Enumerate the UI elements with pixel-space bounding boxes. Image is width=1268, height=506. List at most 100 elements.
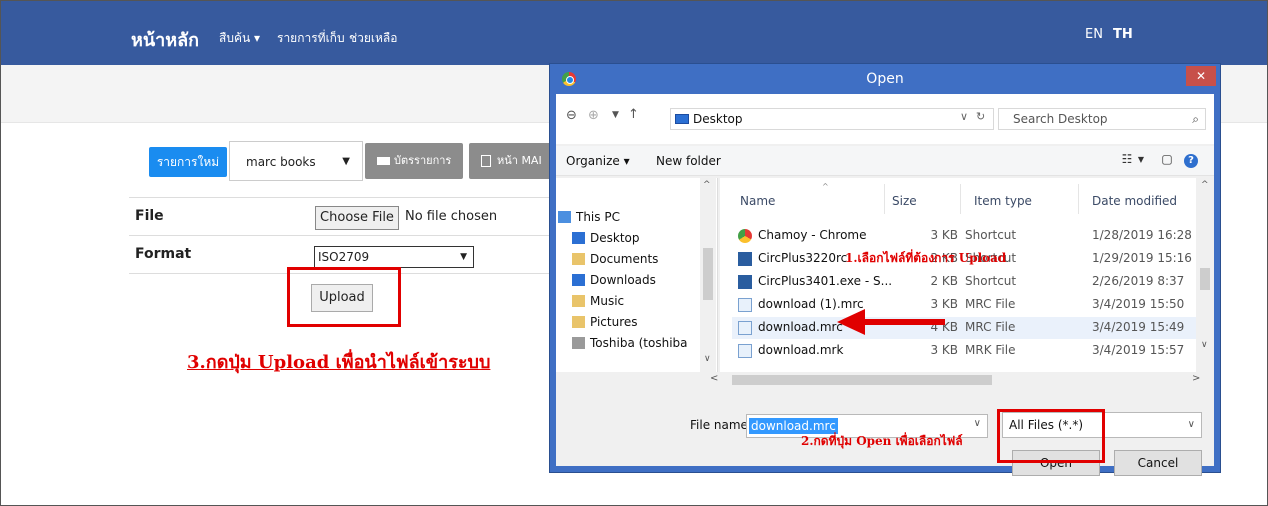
step2-annotation: 2.กดที่ปุ่ม Open เพื่อเลือกไฟล์: [801, 434, 963, 448]
file-icon: [738, 344, 752, 358]
scroll-right-icon[interactable]: >: [1192, 373, 1200, 384]
horizontal-scroll-thumb[interactable]: [732, 375, 992, 385]
file-list-scrollbar[interactable]: ^ ∨: [1196, 178, 1214, 372]
home-link[interactable]: หน้าหลัก: [131, 25, 199, 54]
downloads-folder-icon: [572, 274, 585, 286]
lang-en[interactable]: EN: [1085, 27, 1103, 42]
address-text: Desktop: [693, 112, 743, 126]
catalog-card-button[interactable]: บัตรรายการ: [365, 143, 463, 179]
desktop-folder-icon: [572, 232, 585, 244]
cancel-button[interactable]: Cancel: [1114, 450, 1202, 476]
file-size: 2 KB: [930, 274, 958, 288]
file-size: 3 KB: [930, 228, 958, 242]
column-name[interactable]: Name: [740, 194, 775, 208]
nav-downloads[interactable]: Downloads: [572, 271, 656, 289]
nav-label: Toshiba (toshiba: [590, 336, 688, 350]
file-scroll-thumb[interactable]: [1200, 268, 1210, 290]
new-folder-button[interactable]: New folder: [656, 154, 721, 168]
address-bar[interactable]: Desktop: [670, 108, 994, 130]
file-row-download-mrc[interactable]: download.mrc 4 KB MRC File 3/4/2019 15:4…: [732, 317, 1198, 339]
file-name: CircPlus3401.exe - S...: [758, 274, 893, 288]
marc-page-button[interactable]: หน้า MAI: [469, 143, 551, 179]
highlight-upload-box: [287, 267, 401, 327]
computer-icon: [558, 211, 571, 223]
chevron-down-icon[interactable]: ∨: [1201, 340, 1208, 350]
file-icon: [738, 321, 752, 335]
file-name: Chamoy - Chrome: [758, 228, 867, 242]
nav-scrollbar[interactable]: ^ ∨: [700, 178, 716, 372]
marc-template-select[interactable]: marc books ▼: [229, 141, 363, 181]
chevron-down-icon[interactable]: ∨: [974, 418, 981, 429]
column-size[interactable]: Size: [892, 194, 917, 208]
marc-page-label: หน้า MAI: [497, 154, 542, 167]
format-value: ISO2709: [318, 250, 370, 264]
nav-scroll-thumb[interactable]: [703, 248, 713, 300]
column-separator: [960, 184, 961, 214]
lang-th[interactable]: TH: [1113, 27, 1133, 42]
chevron-down-icon[interactable]: ∨: [704, 354, 711, 364]
choose-file-button[interactable]: Choose File: [315, 206, 399, 230]
file-date: 3/4/2019 15:49: [1092, 320, 1185, 334]
open-file-dialog: Open ✕ ⊖ ⊕ ▼ ↑ Desktop ∨ ↻ Search Deskto…: [549, 63, 1221, 476]
nav-label: Pictures: [590, 315, 638, 329]
top-navbar: หน้าหลัก สืบค้น ▾ รายการที่เก็บ ช่วยเหลื…: [1, 1, 1267, 65]
help-link[interactable]: ช่วยเหลือ: [349, 29, 398, 48]
dialog-title: Open: [866, 71, 904, 87]
file-type: MRK File: [965, 343, 1016, 357]
sort-ascending-icon: ^: [822, 182, 829, 191]
search-menu[interactable]: สืบค้น ▾: [219, 29, 260, 48]
file-icon: [738, 298, 752, 312]
chevron-down-icon[interactable]: ▼: [1134, 155, 1148, 169]
forward-arrow-icon[interactable]: ⊕: [588, 108, 599, 123]
scroll-left-icon[interactable]: <: [710, 373, 718, 384]
file-name: download.mrk: [758, 343, 844, 357]
file-name: download.mrc: [758, 320, 843, 334]
browser-page: หน้าหลัก สืบค้น ▾ รายการที่เก็บ ช่วยเหลื…: [0, 0, 1268, 506]
chevron-down-icon: ▼: [460, 252, 467, 262]
nav-this-pc[interactable]: This PC: [558, 208, 620, 226]
nav-toshiba-drive[interactable]: Toshiba (toshiba: [572, 334, 688, 352]
address-dropdown-icon[interactable]: ∨: [960, 110, 968, 123]
column-item-type[interactable]: Item type: [974, 194, 1032, 208]
preview-pane-icon[interactable]: ▢: [1160, 152, 1174, 166]
column-date-modified[interactable]: Date modified: [1092, 194, 1177, 208]
command-bar: Organize ▾ New folder ☷ ▼ ▢ ?: [556, 146, 1214, 176]
pictures-folder-icon: [572, 316, 585, 328]
nav-music[interactable]: Music: [572, 292, 624, 310]
saved-items-link[interactable]: รายการที่เก็บ: [277, 29, 345, 48]
card-icon: [377, 157, 390, 165]
organize-menu[interactable]: Organize ▾: [566, 154, 630, 168]
file-list-pane: Name ^ Size Item type Date modified Cham…: [556, 178, 1214, 388]
scroll-up-icon[interactable]: ^: [1201, 180, 1209, 190]
recent-dropdown-icon[interactable]: ▼: [612, 110, 619, 120]
file-date: 3/4/2019 15:50: [1092, 297, 1185, 311]
close-button[interactable]: ✕: [1186, 66, 1216, 86]
up-arrow-icon[interactable]: ↑: [628, 107, 639, 122]
file-type: MRC File: [965, 297, 1016, 311]
horizontal-scrollbar[interactable]: < >: [556, 372, 1214, 388]
file-row-download-mrk[interactable]: download.mrk 3 KB MRK File 3/4/2019 15:5…: [732, 340, 1198, 358]
nav-desktop[interactable]: Desktop: [572, 229, 640, 247]
red-arrow-annotation: [837, 309, 945, 335]
file-name-label: File name:: [690, 418, 752, 432]
no-file-text: No file chosen: [405, 209, 498, 224]
navigation-pane: This PC Desktop Documents Downloads Musi…: [556, 178, 718, 388]
nav-pictures[interactable]: Pictures: [572, 313, 638, 331]
new-item-button[interactable]: รายการใหม่: [149, 147, 227, 177]
file-row-chamoy[interactable]: Chamoy - Chrome 3 KB Shortcut 1/28/2019 …: [732, 225, 1198, 247]
help-icon[interactable]: ?: [1184, 154, 1198, 168]
file-row-download-1-mrc[interactable]: download (1).mrc 3 KB MRC File 3/4/2019 …: [732, 294, 1198, 316]
back-arrow-icon[interactable]: ⊖: [566, 108, 577, 123]
search-icon: ⌕: [1192, 112, 1199, 126]
search-input[interactable]: Search Desktop ⌕: [998, 108, 1206, 130]
documents-folder-icon: [572, 253, 585, 265]
format-select[interactable]: ISO2709 ▼: [314, 246, 474, 268]
view-options-icon[interactable]: ☷: [1120, 152, 1134, 166]
scroll-up-icon[interactable]: ^: [703, 180, 711, 190]
refresh-icon[interactable]: ↻: [976, 110, 985, 123]
document-icon: [481, 155, 491, 167]
nav-documents[interactable]: Documents: [572, 250, 658, 268]
chevron-down-icon: ▼: [342, 156, 350, 167]
file-row-circplus3401[interactable]: CircPlus3401.exe - S... 2 KB Shortcut 2/…: [732, 271, 1198, 293]
dialog-footer: File name: download.mrc ∨ All Files (*.*…: [556, 388, 1214, 476]
